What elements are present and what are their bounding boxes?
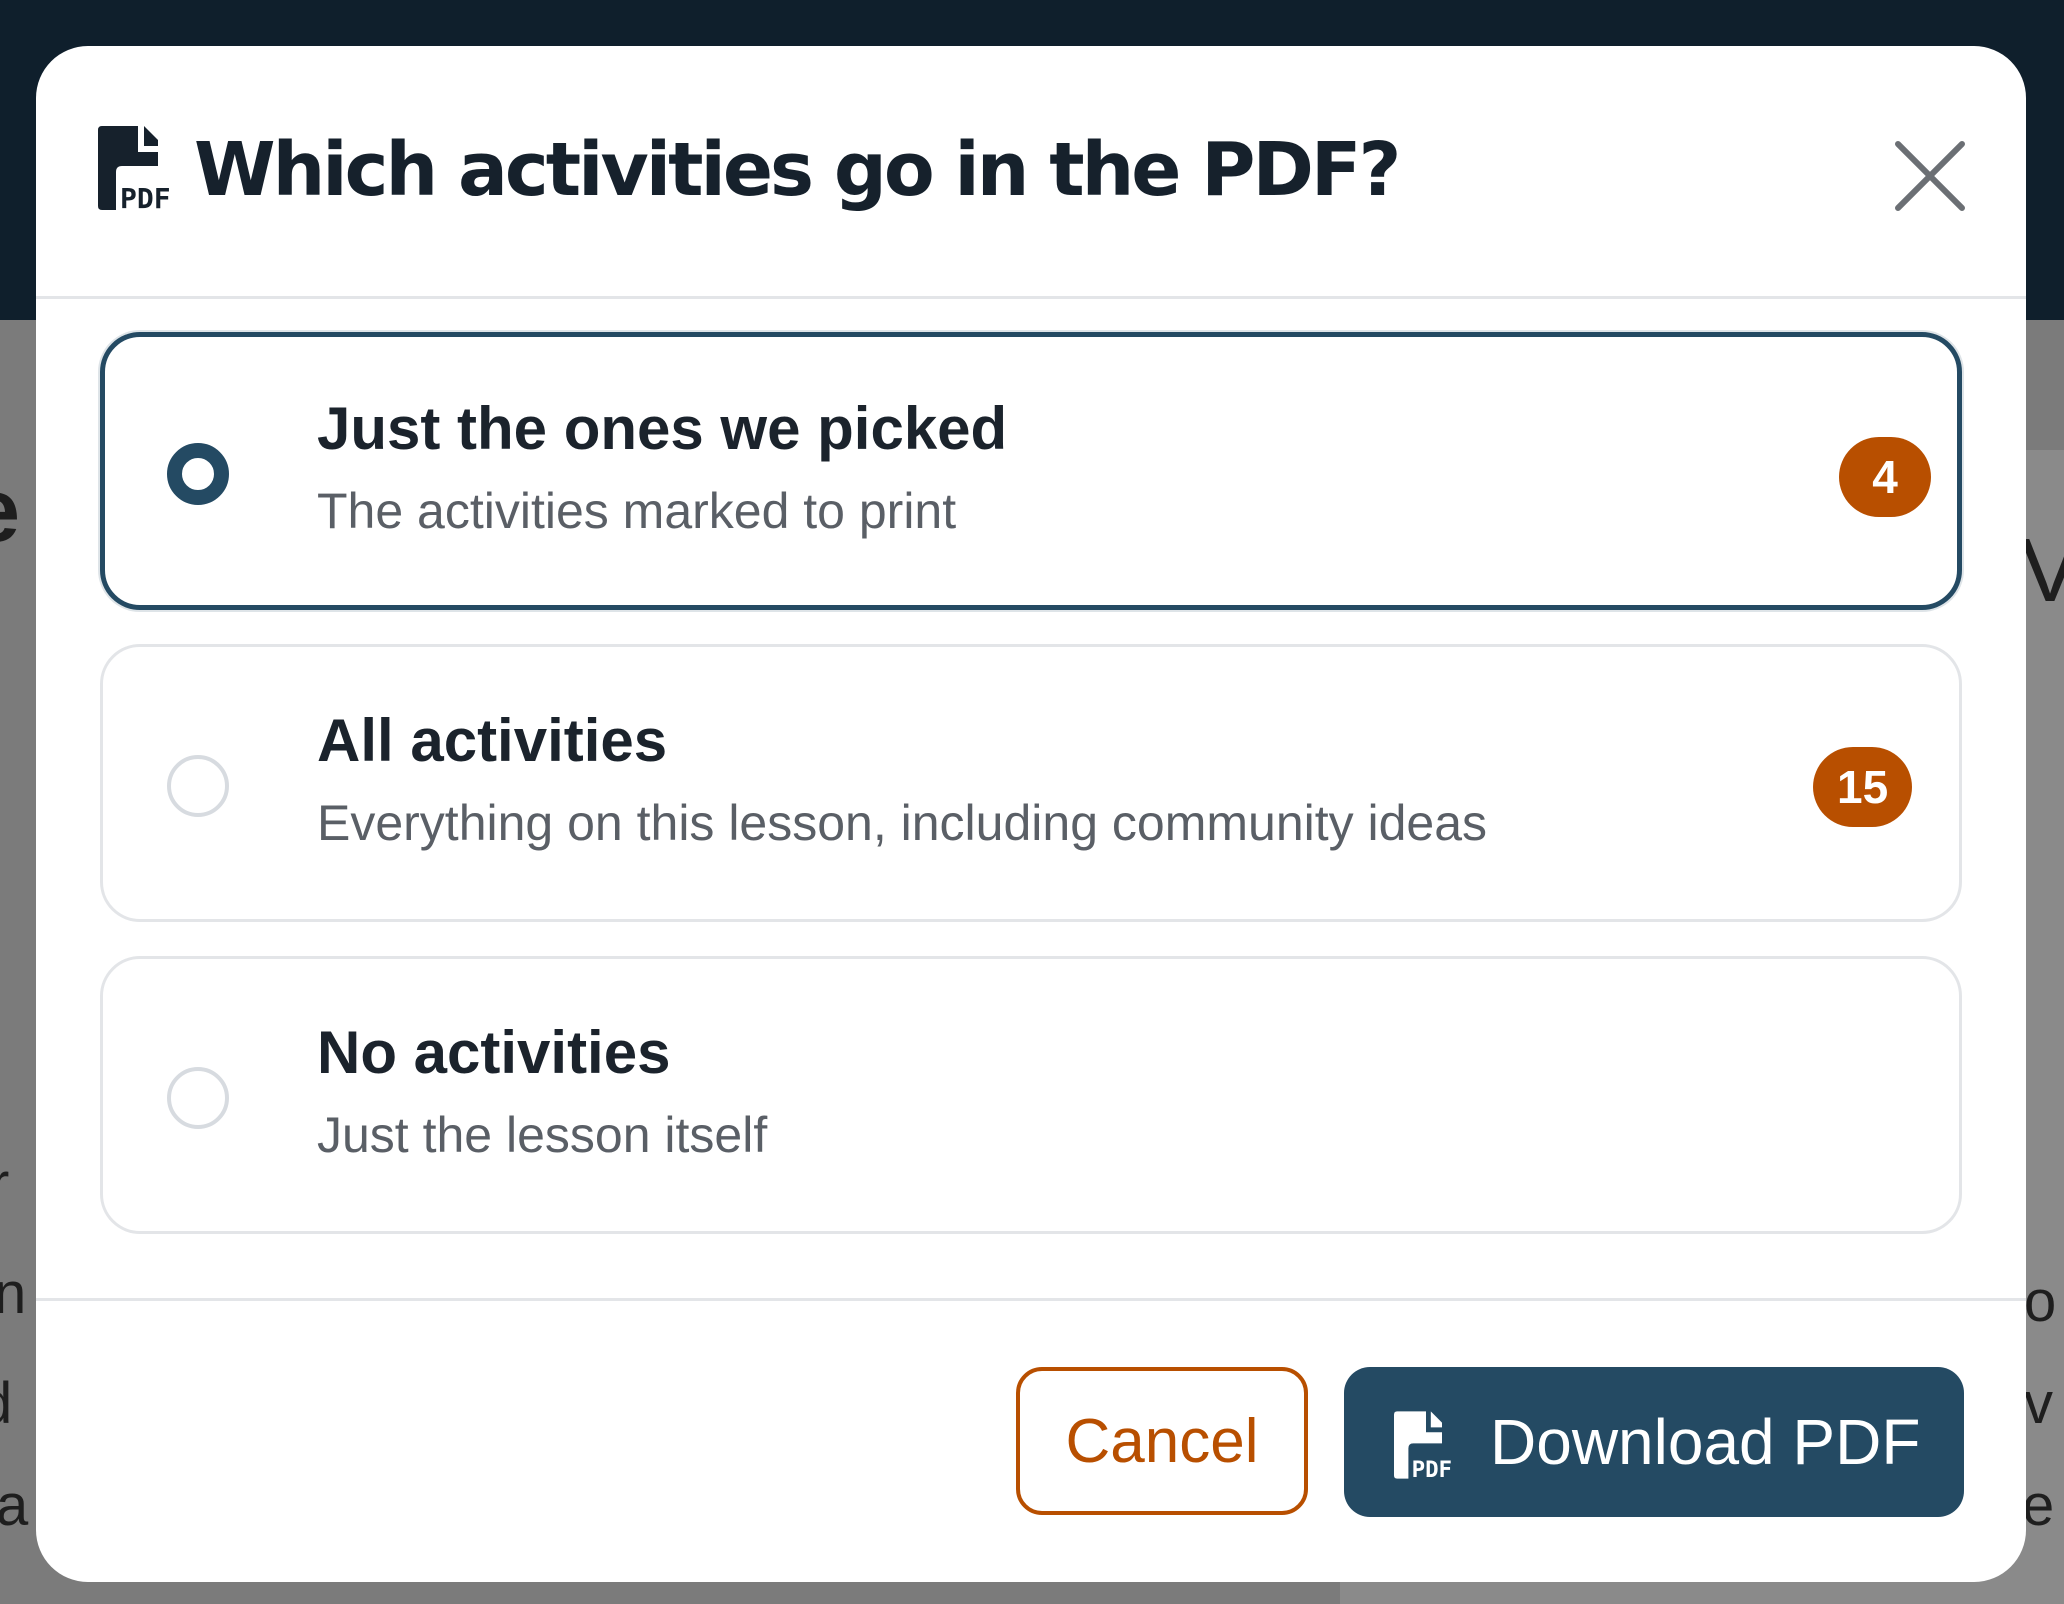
pdf-activities-dialog: PDF Which activities go in the PDF? Just…	[36, 46, 2026, 1582]
background-text-fragment: n	[0, 1261, 27, 1326]
background-text-fragment: r	[0, 1150, 9, 1217]
option-description: Just the lesson itself	[317, 1107, 768, 1163]
cancel-button[interactable]: Cancel	[1016, 1367, 1308, 1515]
radio-button-selected[interactable]	[167, 443, 229, 505]
download-pdf-label: Download PDF	[1490, 1406, 1921, 1478]
option-description: The activities marked to print	[317, 483, 957, 539]
file-pdf-icon: PDF	[98, 126, 171, 210]
background-text-fragment: o	[2024, 1269, 2057, 1334]
background-text-fragment: a	[0, 1473, 29, 1538]
option-title: No activities	[317, 1019, 671, 1086]
download-pdf-button[interactable]: PDF Download PDF	[1344, 1367, 1964, 1517]
close-icon[interactable]	[1888, 134, 1972, 218]
option-no-activities[interactable]: No activities Just the lesson itself	[100, 956, 1962, 1234]
dialog-title: Which activities go in the PDF?	[194, 127, 1401, 213]
file-pdf-icon: PDF	[1394, 1411, 1452, 1479]
radio-button[interactable]	[167, 1067, 229, 1129]
count-badge: 15	[1813, 747, 1913, 827]
dialog-header: PDF Which activities go in the PDF?	[36, 46, 2026, 299]
dialog-footer: Cancel PDF Download PDF	[36, 1298, 2026, 1582]
radio-button[interactable]	[167, 755, 229, 817]
option-all-activities[interactable]: All activities Everything on this lesson…	[100, 644, 1962, 922]
background-text-fragment: e	[2022, 1473, 2055, 1538]
background-text-fragment: v	[2024, 1371, 2053, 1436]
count-badge: 4	[1839, 437, 1931, 517]
background-heading-fragment: V	[2020, 521, 2064, 621]
option-picked-activities[interactable]: Just the ones we picked The activities m…	[100, 332, 1962, 610]
background-text-fragment: d	[0, 1370, 12, 1437]
option-description: Everything on this lesson, including com…	[317, 795, 1488, 851]
pdf-icon-caption: PDF	[1412, 1457, 1452, 1479]
background-heading-fragment: e	[0, 460, 20, 563]
option-title: Just the ones we picked	[317, 395, 1008, 462]
option-title: All activities	[317, 707, 668, 774]
pdf-icon-caption: PDF	[120, 182, 171, 210]
